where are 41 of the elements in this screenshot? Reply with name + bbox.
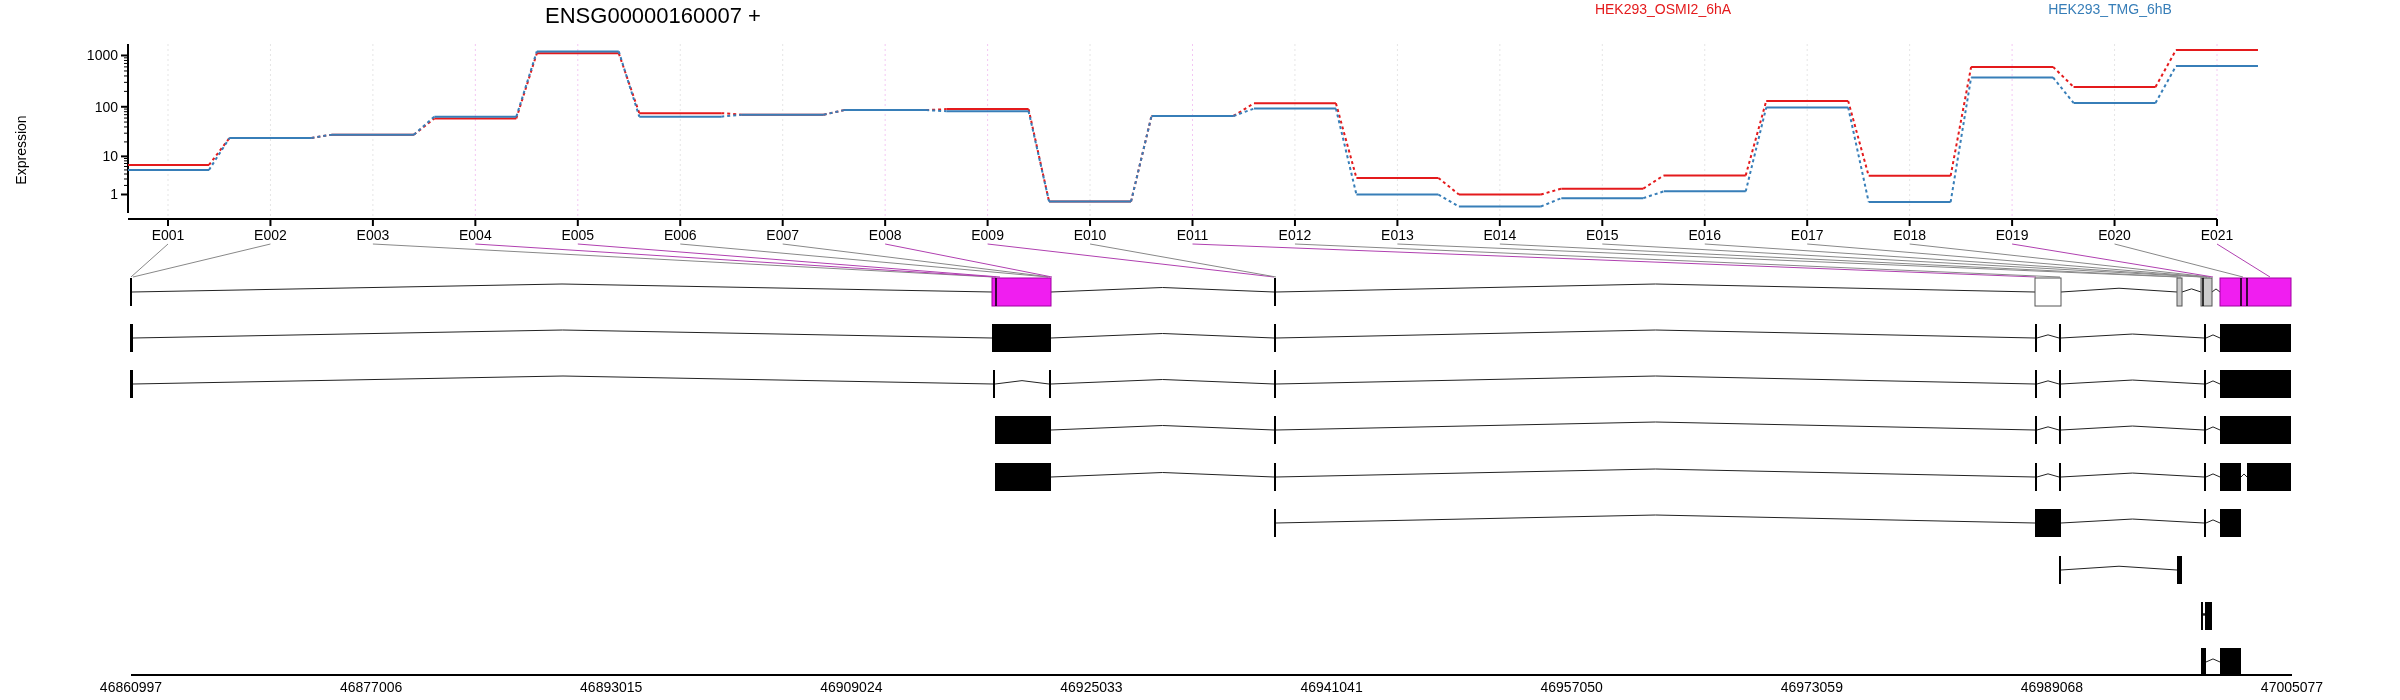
exon-label: E019 [1995, 227, 2029, 242]
exon-label: E001 [151, 227, 185, 242]
genomic-position-label: 46941041 [1300, 679, 1363, 695]
exon-label: E003 [356, 227, 390, 242]
genomic-position-label: 46860997 [99, 679, 163, 695]
exon-label: E018 [1893, 227, 1926, 242]
plot-title: ENSG00000160007 + [545, 3, 761, 28]
exon-label: E021 [2200, 227, 2234, 242]
y-tick-label: 100 [94, 98, 118, 115]
exon-label: E004 [459, 227, 492, 242]
exon-label: E002 [254, 227, 287, 242]
legend-label: HEK293_TMG_6hB [2048, 1, 2172, 17]
exon-label: E007 [766, 227, 800, 242]
exon-label: E010 [1073, 227, 1107, 242]
exon-label: E017 [1790, 227, 1824, 242]
legend-label: HEK293_OSMI2_6hA [1594, 1, 1732, 17]
exon-label: E008 [868, 227, 902, 242]
exon-label: E015 [1585, 227, 1619, 242]
y-tick-label: 1 [110, 186, 118, 203]
exon-label: E020 [2098, 227, 2131, 242]
transcript-drawing [2201, 648, 2241, 676]
exon-label: E006 [663, 227, 697, 242]
exon-label: E013 [1381, 227, 1414, 242]
exon-label: E016 [1688, 227, 1722, 242]
genomic-position-label: 46973059 [1780, 679, 1843, 695]
exon-label: E012 [1278, 227, 1312, 242]
genomic-position-label: 46877006 [339, 679, 403, 695]
exon-label: E009 [971, 227, 1004, 242]
exon-label: E005 [561, 227, 595, 242]
genomic-position-label: 46893015 [580, 679, 643, 695]
y-tick-label: 1000 [86, 47, 118, 64]
y-tick-label: 10 [102, 148, 118, 165]
genomic-position-label: 47005077 [2260, 679, 2324, 695]
y-axis-label: Expression [13, 115, 29, 185]
transcript-drawing [2201, 602, 2212, 630]
genomic-position-label: 46909024 [820, 679, 883, 695]
genomic-position-label: 46925033 [1060, 679, 1123, 695]
exon-label: E011 [1176, 227, 1209, 242]
exon-label: E014 [1483, 227, 1517, 242]
genomic-position-label: 46957050 [1540, 679, 1603, 695]
genomic-position-label: 46989068 [2020, 679, 2084, 695]
